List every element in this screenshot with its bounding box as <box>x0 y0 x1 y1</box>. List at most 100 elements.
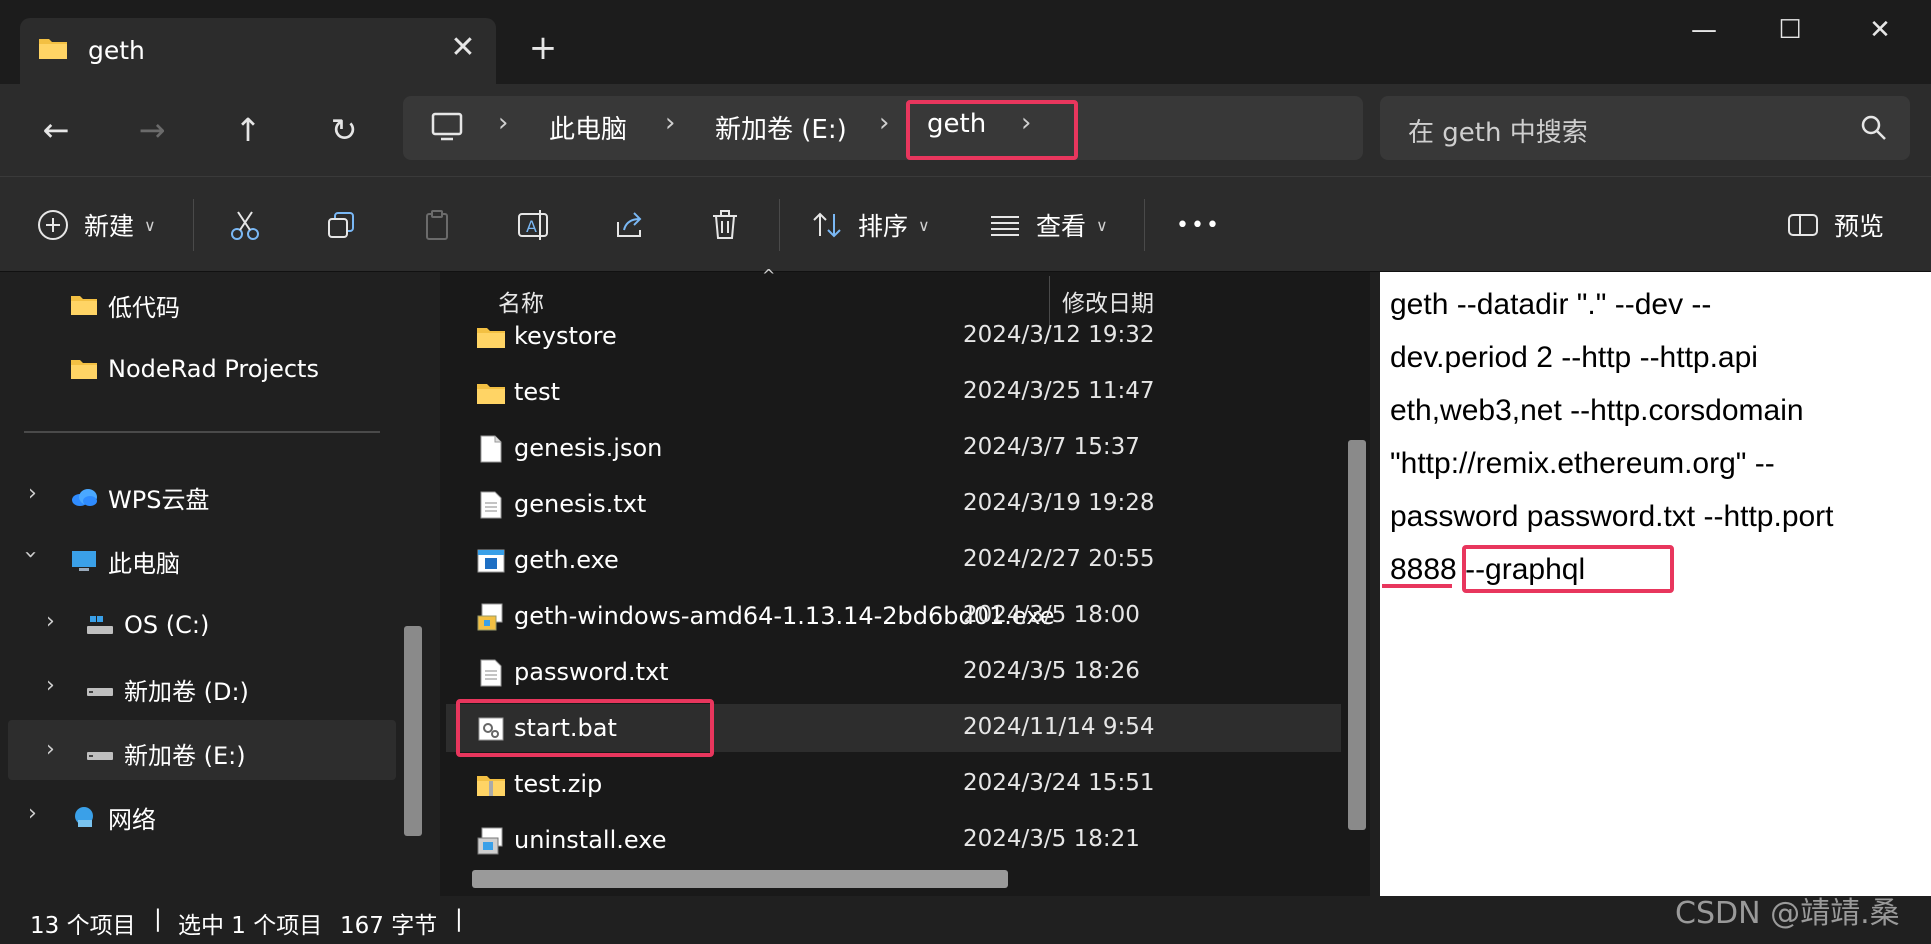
chevron-down-icon[interactable]: › <box>18 550 43 559</box>
folder-icon <box>71 360 97 379</box>
sidebar-item-drive-e[interactable]: 新加卷 (E:) <box>86 728 246 778</box>
tab-title: geth <box>88 36 145 65</box>
file-explorer-window: geth ✕ + — ☐ ✕ ← → ↑ ↻ › 此电脑 › 新加卷 (E:) … <box>0 0 1931 944</box>
highlight-graphql-flag <box>1462 545 1674 593</box>
view-button[interactable]: 查看 ∨ <box>988 201 1108 249</box>
sidebar-item-noderad-projects[interactable]: NodeRad Projects <box>70 344 319 394</box>
file-row-password-txt[interactable]: password.txt 2024/3/5 18:26 <box>446 648 1341 696</box>
breadcrumb-this-pc[interactable]: 此电脑 <box>549 109 627 146</box>
preview-line: eth,web3,net --http.corsdomain <box>1390 394 1804 427</box>
file-row-genesis-txt[interactable]: genesis.txt 2024/3/19 19:28 <box>446 480 1341 528</box>
file-date: 2024/3/24 15:51 <box>963 770 1155 796</box>
view-label: 查看 <box>1036 212 1087 241</box>
file-date: 2024/3/25 11:47 <box>963 378 1155 404</box>
sidebar-item-drive-d[interactable]: 新加卷 (D:) <box>86 664 249 714</box>
sidebar-item-wps-cloud[interactable]: WPS云盘 <box>70 472 209 522</box>
close-icon[interactable]: ✕ <box>445 30 481 66</box>
file-row-keystore[interactable]: keystore 2024/3/12 19:32 <box>446 312 1341 360</box>
list-view-icon <box>991 216 1019 236</box>
installer-icon <box>477 603 503 631</box>
file-date: 2024/11/14 9:54 <box>963 714 1155 740</box>
tab-geth[interactable]: geth ✕ <box>20 18 496 84</box>
highlight-geth-breadcrumb <box>906 100 1078 160</box>
network-icon <box>75 807 93 827</box>
file-list: ^ 名称 修改日期 keystore 2024/3/12 19:32 test … <box>440 266 1370 896</box>
window-close-button[interactable]: ✕ <box>1850 8 1910 52</box>
file-row-geth-exe[interactable]: geth.exe 2024/2/27 20:55 <box>446 536 1341 584</box>
status-separator: | <box>154 906 162 932</box>
sidebar-item-label: OS (C:) <box>124 611 210 639</box>
chevron-right-icon[interactable]: › <box>46 737 55 762</box>
chevron-down-icon: ∨ <box>1096 215 1108 235</box>
rename-icon: A <box>518 210 548 240</box>
sidebar-item-low-code[interactable]: 低代码 <box>70 280 180 330</box>
chevron-right-icon[interactable]: › <box>46 673 55 698</box>
refresh-icon[interactable]: ↻ <box>316 104 372 156</box>
sidebar-item-label: 新加卷 (E:) <box>124 741 246 770</box>
file-date: 2024/2/27 20:55 <box>963 546 1155 572</box>
drive-icon <box>87 688 113 696</box>
file-date: 2024/3/5 18:26 <box>963 658 1140 684</box>
computer-icon <box>431 112 463 141</box>
delete-button[interactable] <box>708 201 742 249</box>
paste-button[interactable] <box>420 201 454 249</box>
share-button[interactable] <box>612 201 646 249</box>
folder-icon <box>39 39 67 59</box>
new-tab-button[interactable]: + <box>525 30 561 66</box>
file-row-test[interactable]: test 2024/3/25 11:47 <box>446 368 1341 416</box>
sidebar-item-label: 低代码 <box>108 293 180 322</box>
minimize-button[interactable]: — <box>1674 8 1734 52</box>
more-icon: ••• <box>1176 212 1221 238</box>
copy-icon <box>328 212 354 238</box>
copy-button[interactable] <box>324 201 358 249</box>
search-icon[interactable] <box>1860 114 1888 142</box>
back-arrow-icon[interactable]: ← <box>28 104 84 156</box>
chevron-right-icon[interactable]: › <box>665 108 675 138</box>
up-arrow-icon[interactable]: ↑ <box>220 104 276 156</box>
preview-pane-button[interactable]: 预览 <box>1786 201 1884 249</box>
text-file-icon <box>480 659 502 687</box>
sidebar-item-this-pc[interactable]: 此电脑 <box>70 536 180 586</box>
file-name: genesis.json <box>514 434 663 462</box>
selected-size: 167 字节 <box>340 913 438 939</box>
new-button[interactable]: 新建 ∨ <box>36 201 156 249</box>
chevron-right-icon[interactable]: › <box>28 481 37 506</box>
rename-button[interactable]: A <box>516 201 550 249</box>
highlight-start-bat <box>456 699 714 757</box>
file-icon <box>480 435 502 463</box>
trash-icon <box>713 210 737 239</box>
sidebar-scrollbar[interactable] <box>404 626 422 836</box>
file-name: password.txt <box>514 658 669 686</box>
search-placeholder: 在 geth 中搜索 <box>1408 118 1588 148</box>
divider <box>779 199 780 251</box>
search-box[interactable]: 在 geth 中搜索 <box>1380 96 1910 160</box>
maximize-button[interactable]: ☐ <box>1760 8 1820 52</box>
cut-button[interactable] <box>228 201 262 249</box>
file-row-geth-installer[interactable]: geth-windows-amd64-1.13.14-2bd6bd01.exe … <box>446 592 1341 640</box>
navigation-pane: 低代码 NodeRad Projects › WPS云盘 › 此电脑 › OS … <box>0 272 430 896</box>
chevron-right-icon[interactable]: › <box>879 108 889 138</box>
file-row-test-zip[interactable]: test.zip 2024/3/24 15:51 <box>446 760 1341 808</box>
file-list-horizontal-scrollbar[interactable] <box>472 870 1008 888</box>
chevron-right-icon[interactable]: › <box>46 609 55 634</box>
file-row-uninstall-exe[interactable]: uninstall.exe 2024/3/5 18:21 <box>446 816 1341 864</box>
more-options-button[interactable]: ••• <box>1176 201 1221 249</box>
chevron-right-icon[interactable]: › <box>498 108 508 138</box>
sidebar-item-label: 新加卷 (D:) <box>124 677 249 706</box>
breadcrumb-drive-e[interactable]: 新加卷 (E:) <box>715 109 847 146</box>
sort-button[interactable]: 排序 ∨ <box>810 201 930 249</box>
forward-arrow-icon[interactable]: → <box>124 104 180 156</box>
selected-count: 选中 1 个项目 <box>178 913 323 939</box>
address-bar[interactable]: › 此电脑 › 新加卷 (E:) › geth › <box>403 96 1363 160</box>
sidebar-item-drive-c[interactable]: OS (C:) <box>86 600 209 650</box>
file-row-genesis-json[interactable]: genesis.json 2024/3/7 15:37 <box>446 424 1341 472</box>
sidebar-item-network[interactable]: 网络 <box>70 792 156 842</box>
file-name: uninstall.exe <box>514 826 667 854</box>
file-list-vertical-scrollbar[interactable] <box>1348 440 1366 830</box>
scissors-icon <box>231 211 259 240</box>
preview-label: 预览 <box>1834 212 1885 241</box>
file-name: test.zip <box>514 770 603 798</box>
drive-icon <box>87 616 113 634</box>
chevron-right-icon[interactable]: › <box>28 801 37 826</box>
file-name: geth.exe <box>514 546 619 574</box>
